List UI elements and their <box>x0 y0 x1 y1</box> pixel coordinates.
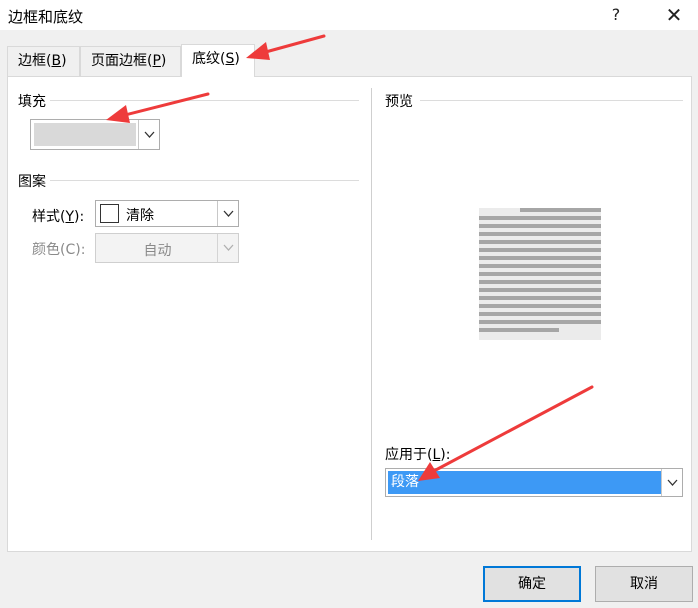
chevron-down-icon <box>667 479 678 486</box>
preview-line <box>479 280 601 284</box>
pattern-color-value: 自动 <box>143 243 172 259</box>
preview-line <box>479 224 601 228</box>
preview-line <box>520 208 601 212</box>
ok-button[interactable]: 确定 <box>483 566 581 602</box>
preview-line <box>479 272 601 276</box>
preview-line <box>479 312 601 316</box>
tab-shading[interactable]: 底纹(S) <box>181 44 255 77</box>
preview-line <box>479 256 601 260</box>
pattern-style-swatch <box>100 204 119 223</box>
fill-section-label: 填充 <box>18 91 50 111</box>
shading-preview <box>479 208 601 340</box>
style-dropdown-button[interactable] <box>217 201 238 226</box>
color-dropdown-button <box>217 234 238 262</box>
annotation-arrow <box>260 34 326 55</box>
chevron-down-icon <box>144 131 155 138</box>
preview-section-label: 预览 <box>385 91 417 111</box>
preview-line <box>479 320 601 324</box>
chevron-down-icon <box>223 244 234 251</box>
pattern-section-label: 图案 <box>18 171 50 191</box>
fill-color-dropdown[interactable] <box>30 119 160 150</box>
dialog-title: 边框和底纹 <box>8 8 84 26</box>
pattern-style-dropdown[interactable]: 清除 <box>95 200 239 227</box>
preview-line <box>479 264 601 268</box>
preview-line <box>479 240 601 244</box>
apply-to-dropdown[interactable]: 段落 <box>385 468 683 497</box>
panel-vertical-divider <box>371 88 372 540</box>
preview-line <box>479 288 601 292</box>
pattern-color-dropdown: 自动 <box>95 233 239 263</box>
close-icon[interactable]: ✕ <box>656 2 692 28</box>
preview-line <box>479 328 559 332</box>
apply-to-label: 应用于(L): <box>385 447 451 463</box>
fill-color-swatch <box>34 123 136 146</box>
preview-line <box>479 216 601 220</box>
help-icon[interactable]: ? <box>598 2 634 28</box>
tab-borders[interactable]: 边框(B) <box>7 46 80 76</box>
fill-dropdown-button[interactable] <box>138 120 159 149</box>
color-label: 颜色(C): <box>32 242 86 258</box>
title-bar: 边框和底纹 ? ✕ <box>0 0 698 30</box>
apply-dropdown-button[interactable] <box>661 469 682 496</box>
fill-divider <box>50 100 359 101</box>
preview-divider <box>420 100 683 101</box>
cancel-button[interactable]: 取消 <box>595 566 693 602</box>
style-label: 样式(Y): <box>32 209 85 225</box>
borders-and-shading-dialog: 边框和底纹 ? ✕ 边框(B) 页面边框(P) 底纹(S) 填充 图案 样式(Y… <box>0 0 698 608</box>
pattern-divider <box>50 180 359 181</box>
preview-line <box>479 248 601 252</box>
preview-line <box>479 296 601 300</box>
preview-line <box>479 232 601 236</box>
pattern-style-value: 清除 <box>126 208 154 224</box>
tab-page-border[interactable]: 页面边框(P) <box>80 46 181 76</box>
preview-line <box>479 304 601 308</box>
apply-to-value: 段落 <box>388 471 661 494</box>
chevron-down-icon <box>223 210 234 217</box>
